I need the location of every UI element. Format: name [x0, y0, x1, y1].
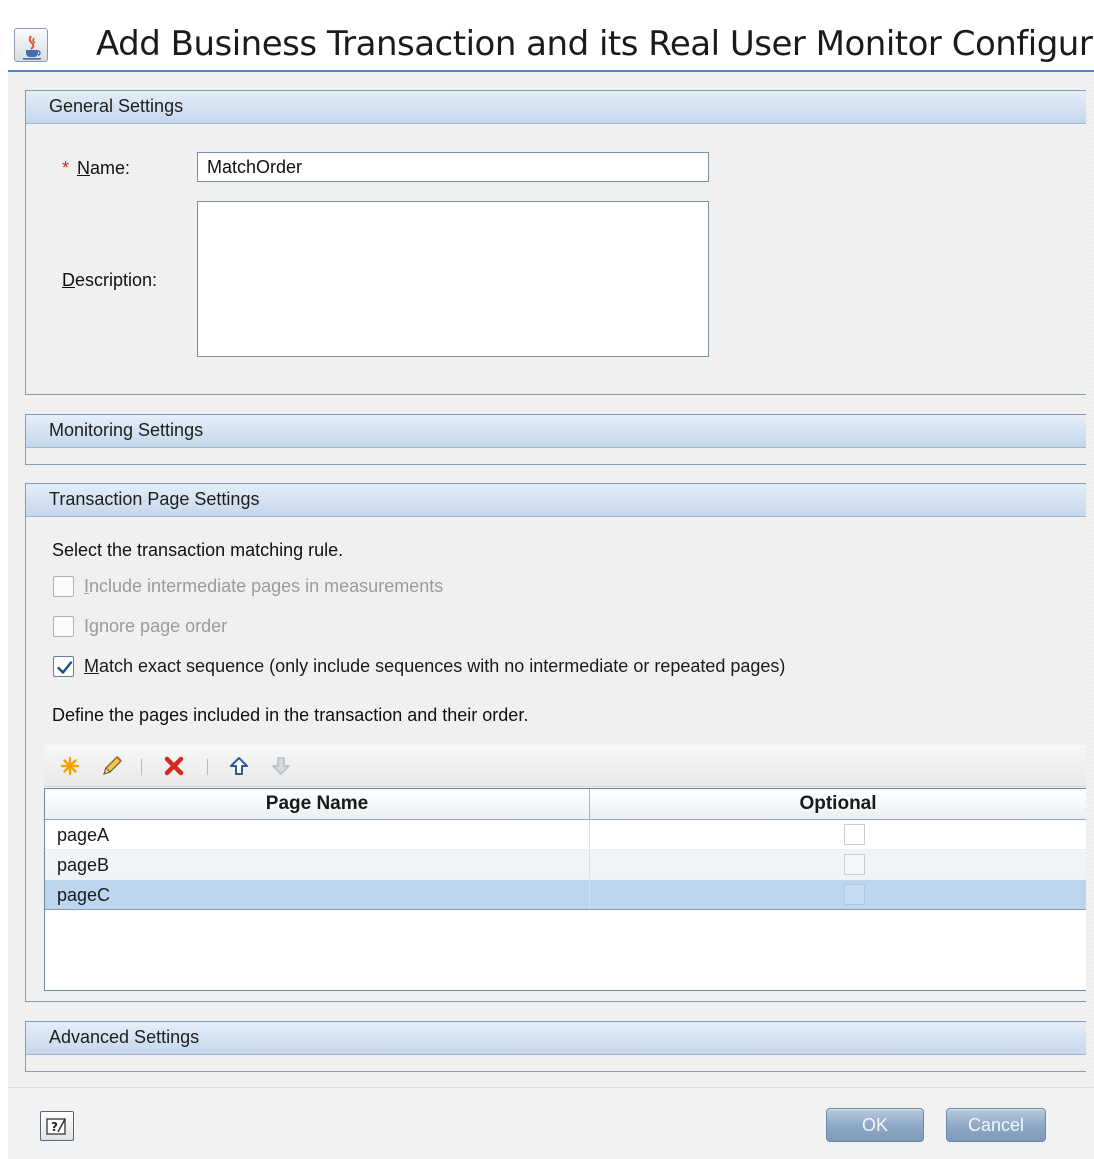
table-row[interactable]: pageC — [45, 880, 1086, 910]
general-settings-header[interactable]: General Settings — [26, 91, 1086, 124]
column-header-optional[interactable]: Optional — [590, 789, 1086, 819]
column-header-page-name[interactable]: Page Name — [45, 789, 590, 819]
ignore-page-order-label: Ignore page order — [84, 616, 228, 636]
edit-icon[interactable] — [99, 753, 125, 779]
new-icon[interactable] — [57, 753, 83, 779]
optional-checkbox[interactable] — [844, 824, 865, 845]
dialog-footer: ? OK Cancel — [8, 1087, 1094, 1159]
optional-checkbox[interactable] — [844, 884, 865, 905]
pages-toolbar — [44, 745, 1086, 787]
page-name-cell[interactable]: pageC — [45, 880, 590, 909]
move-down-icon[interactable] — [268, 753, 294, 779]
help-icon[interactable]: ? — [40, 1111, 74, 1141]
name-label: * Name: — [62, 158, 131, 178]
ok-button[interactable]: OK — [826, 1108, 924, 1142]
table-header: Page Name Optional — [45, 789, 1086, 820]
page-name-cell[interactable]: pageA — [45, 820, 590, 849]
match-exact-sequence-label: Match exact sequence (only include seque… — [84, 656, 786, 676]
table-row[interactable]: pageA — [45, 820, 1086, 850]
cancel-button[interactable]: Cancel — [946, 1108, 1046, 1142]
window-title: Add Business Transaction and its Real Us… — [96, 24, 1094, 64]
window-title-bar: Add Business Transaction and its Real Us… — [8, 8, 1094, 72]
ignore-page-order-checkbox[interactable] — [53, 616, 74, 637]
matching-rule-prompt: Select the transaction matching rule. — [52, 540, 344, 560]
optional-checkbox[interactable] — [844, 854, 865, 875]
page-name-cell[interactable]: pageB — [45, 850, 590, 879]
match-exact-sequence-checkbox[interactable] — [53, 656, 74, 677]
checkmark-icon — [57, 661, 73, 674]
transaction-page-settings-header[interactable]: Transaction Page Settings — [26, 484, 1086, 517]
required-marker: * — [62, 158, 70, 178]
monitoring-settings-panel: Monitoring Settings — [25, 414, 1086, 465]
name-field[interactable] — [197, 152, 709, 182]
description-label: Description: — [62, 270, 158, 290]
delete-icon[interactable] — [161, 753, 187, 779]
java-cup-icon — [14, 28, 48, 62]
advanced-settings-panel: Advanced Settings — [25, 1021, 1086, 1072]
table-row[interactable]: pageB — [45, 850, 1086, 880]
pages-table: Page Name Optional pageA pageB pageC — [44, 788, 1086, 991]
description-field[interactable] — [197, 201, 709, 357]
include-intermediate-checkbox[interactable] — [53, 576, 74, 597]
toolbar-separator — [207, 759, 208, 775]
include-intermediate-label: Include intermediate pages in measuremen… — [84, 576, 444, 596]
svg-text:?: ? — [51, 1120, 58, 1134]
monitoring-settings-header[interactable]: Monitoring Settings — [26, 415, 1086, 448]
advanced-settings-header[interactable]: Advanced Settings — [26, 1022, 1086, 1055]
move-up-icon[interactable] — [226, 753, 252, 779]
define-pages-prompt: Define the pages included in the transac… — [52, 705, 529, 725]
toolbar-separator — [141, 759, 142, 775]
